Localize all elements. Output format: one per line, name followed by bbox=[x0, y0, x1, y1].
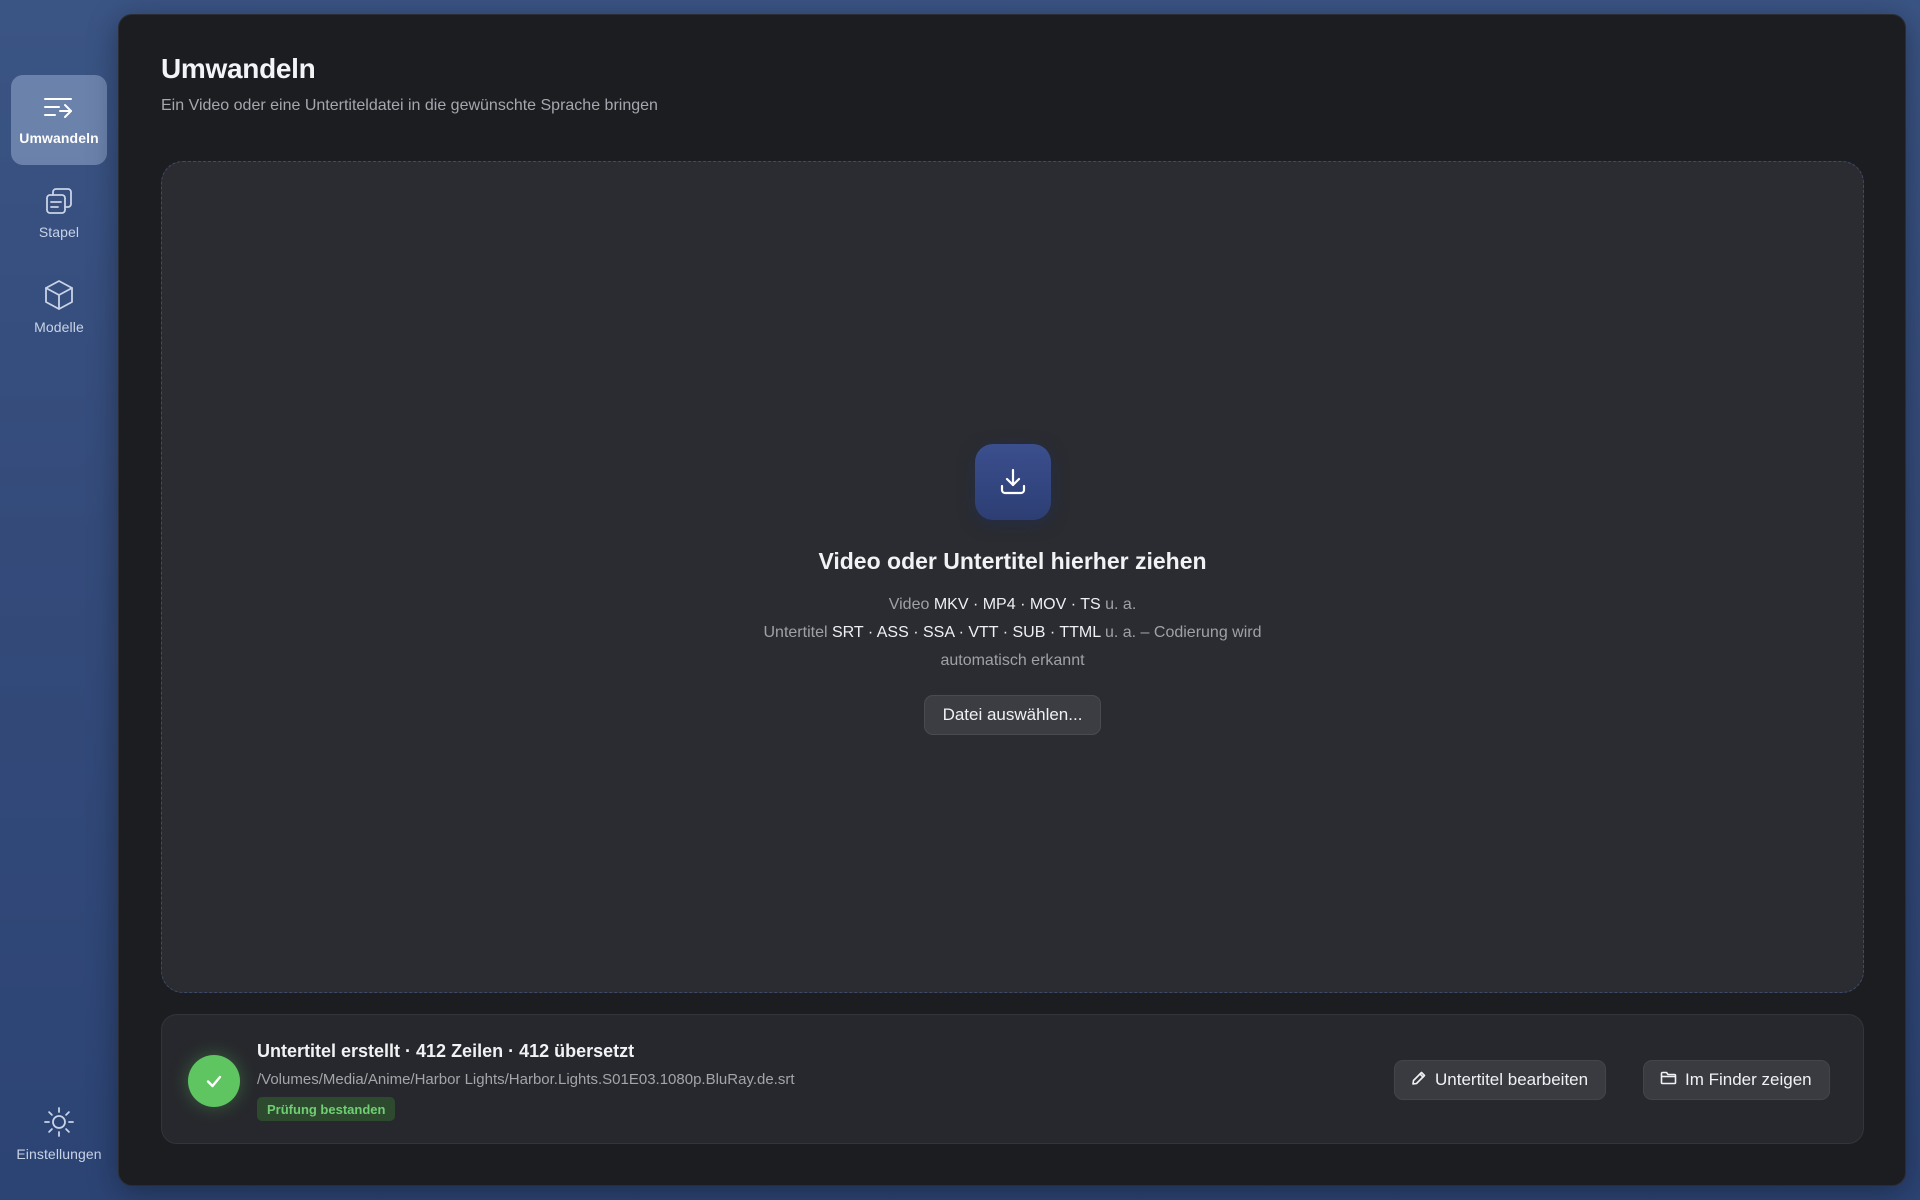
format-tag: VTT · bbox=[968, 624, 1013, 641]
sidebar-item-label: Einstellungen bbox=[16, 1146, 102, 1162]
output-file-path: /Volumes/Media/Anime/Harbor Lights/Harbo… bbox=[257, 1071, 795, 1088]
page-title: Umwandeln bbox=[161, 53, 316, 84]
main-panel: Umwandeln Ein Video oder eine Untertitel… bbox=[118, 14, 1906, 1186]
sun-gear-icon bbox=[43, 1106, 75, 1138]
choose-file-button[interactable]: Datei auswählen... bbox=[923, 695, 1102, 735]
format-tag: SRT · bbox=[831, 624, 877, 641]
edit-subtitles-label: Untertitel bearbeiten bbox=[1435, 1070, 1589, 1089]
show-in-finder-label: Im Finder zeigen bbox=[1685, 1070, 1812, 1089]
format-tag: TTML bbox=[1059, 624, 1101, 641]
sidebar-item-stapel[interactable]: Stapel bbox=[11, 168, 107, 258]
status-badge: Prüfung bestanden bbox=[257, 1097, 396, 1121]
show-in-finder-button[interactable]: Im Finder zeigen bbox=[1643, 1060, 1830, 1100]
video-formats-prefix: Video bbox=[888, 596, 930, 613]
drop-zone-content: Video oder Untertitel hierher ziehen Vid… bbox=[162, 444, 1863, 735]
download-tray-icon bbox=[974, 444, 1051, 520]
subtitle-formats-line: Untertitel SRT · ASS · SSA · VTT · SUB ·… bbox=[733, 619, 1293, 675]
convert-icon bbox=[43, 94, 75, 122]
stack-icon bbox=[44, 186, 74, 216]
video-formats-suffix: u. a. bbox=[1105, 596, 1137, 613]
sidebar: Umwandeln Stapel Modelle Einstellungen bbox=[0, 0, 118, 1200]
subtitle-formats-prefix: Untertitel bbox=[763, 624, 828, 641]
sidebar-item-umwandeln[interactable]: Umwandeln bbox=[11, 75, 107, 165]
sidebar-item-label: Modelle bbox=[34, 319, 84, 335]
file-drop-zone[interactable]: Video oder Untertitel hierher ziehen Vid… bbox=[161, 161, 1864, 993]
format-tag: TS bbox=[1080, 596, 1101, 613]
format-tag: SUB · bbox=[1012, 624, 1060, 641]
video-formats-list: MKV · MP4 · MOV · TS bbox=[934, 596, 1101, 613]
sidebar-item-einstellungen[interactable]: Einstellungen bbox=[11, 1094, 107, 1174]
result-title: Untertitel erstellt · 412 Zeilen · 412 ü… bbox=[257, 1041, 635, 1061]
edit-subtitles-button[interactable]: Untertitel bearbeiten bbox=[1394, 1060, 1607, 1100]
sidebar-item-label: Umwandeln bbox=[19, 130, 99, 146]
page-subtitle: Ein Video oder eine Untertiteldatei in d… bbox=[161, 97, 658, 114]
format-tag: SSA · bbox=[922, 624, 969, 641]
video-formats-line: Video MKV · MP4 · MOV · TS u. a. bbox=[733, 591, 1293, 619]
format-tag: MKV · bbox=[933, 596, 983, 613]
pencil-icon bbox=[1411, 1070, 1427, 1091]
format-tag: ASS · bbox=[876, 624, 923, 641]
format-tag: MOV · bbox=[1029, 596, 1081, 613]
app-window: Umwandeln Stapel Modelle Einstellungen U… bbox=[0, 0, 1920, 1200]
result-card: Untertitel erstellt · 412 Zeilen · 412 ü… bbox=[161, 1014, 1864, 1144]
subtitle-formats-list: SRT · ASS · SSA · VTT · SUB · TTML bbox=[832, 624, 1101, 641]
folder-icon bbox=[1660, 1070, 1677, 1091]
format-tag: MP4 · bbox=[982, 596, 1030, 613]
drop-zone-title: Video oder Untertitel hierher ziehen bbox=[818, 548, 1207, 574]
sidebar-item-modelle[interactable]: Modelle bbox=[11, 262, 107, 352]
sidebar-item-label: Stapel bbox=[38, 224, 80, 240]
cube-icon bbox=[43, 279, 75, 311]
check-icon bbox=[188, 1055, 240, 1107]
supported-formats: Video MKV · MP4 · MOV · TS u. a. Unterti… bbox=[733, 591, 1293, 675]
